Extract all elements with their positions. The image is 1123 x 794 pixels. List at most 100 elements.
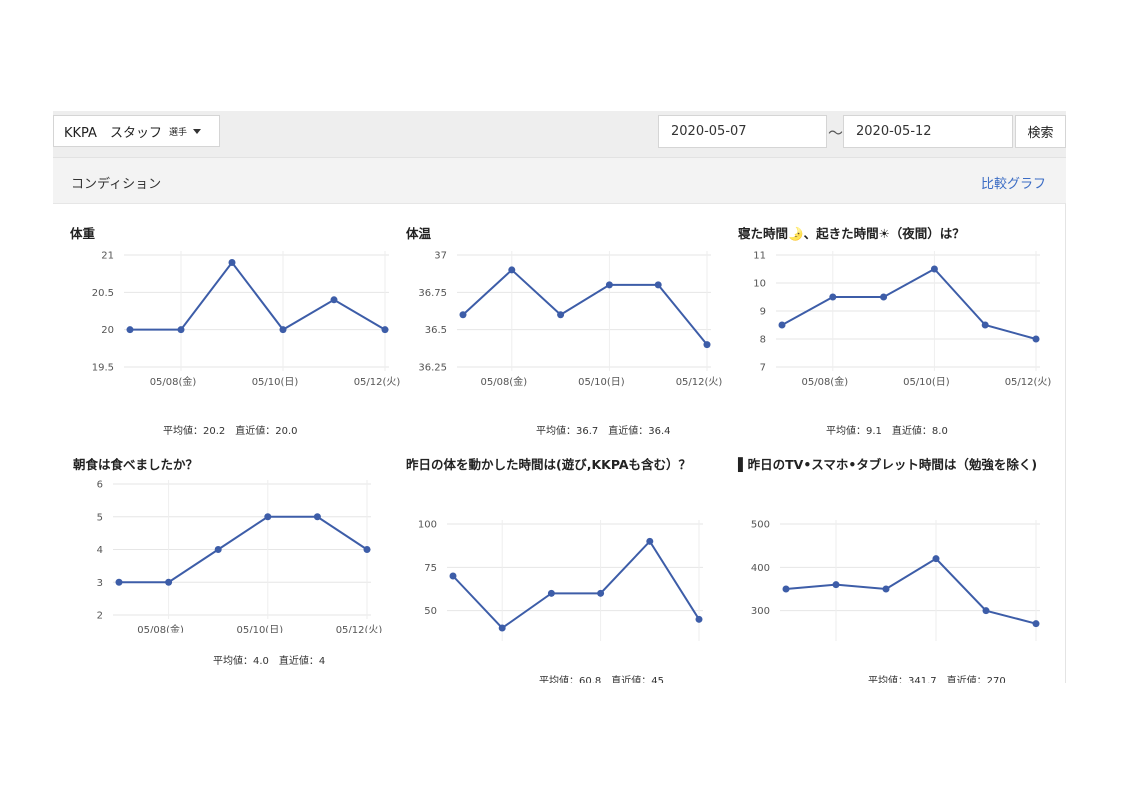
data-point[interactable] <box>115 578 123 586</box>
data-point[interactable] <box>214 546 222 553</box>
avg-label: 平均値： <box>868 676 908 683</box>
line-chart: 36.25 36.5 36.75 37 05/08(金) 05/10(日) 05/12(火) <box>418 251 723 388</box>
y-tick-label: 300 <box>751 606 770 617</box>
data-point[interactable] <box>330 296 338 304</box>
y-tick-label: 21 <box>101 251 114 262</box>
data-point[interactable] <box>449 572 457 580</box>
data-point[interactable] <box>165 578 173 586</box>
data-point[interactable] <box>778 321 786 329</box>
data-point[interactable] <box>1032 620 1040 628</box>
chart-title: 昨日の体を動かした時間は(遊び,KKPAも含む）？ <box>406 457 692 472</box>
data-point[interactable] <box>832 581 840 589</box>
data-point[interactable] <box>363 546 371 553</box>
data-point[interactable] <box>882 585 890 593</box>
chart-title: ▌昨日のTV•スマホ•タブレット時間は（勉強を除く) <box>738 457 1038 472</box>
recent-label: 直近値： <box>278 656 319 667</box>
data-point[interactable] <box>459 311 467 319</box>
y-tick-label: 36.5 <box>425 325 447 336</box>
x-tick-label: 05/10(日) <box>578 377 625 387</box>
data-point[interactable] <box>982 607 990 615</box>
y-tick-label: 500 <box>751 520 770 531</box>
recent-value: 4 <box>318 656 326 667</box>
avg-value: 341.7 <box>908 676 937 683</box>
data-point[interactable] <box>1032 335 1040 343</box>
chart-panel: 昨日の体を動かした時間は(遊び,KKPAも含む）？ 25507510005/08(… <box>406 455 736 683</box>
data-point[interactable] <box>930 265 938 273</box>
date-to-input[interactable]: 2020-05-12 <box>843 115 1013 148</box>
data-point[interactable] <box>646 537 654 545</box>
x-tick-label: 05/08(金) <box>150 375 197 387</box>
data-point[interactable] <box>695 615 703 623</box>
team-select-sub: 選手 <box>168 127 187 138</box>
y-tick-label: 50 <box>424 606 437 617</box>
section-title: コンディション <box>71 177 162 192</box>
y-tick-label: 10 <box>753 279 766 290</box>
chart-stats: 平均値：60.8 直近値：45 <box>539 672 664 683</box>
recent-value: 270 <box>986 676 1006 683</box>
data-point[interactable] <box>557 311 565 319</box>
y-tick-label: 6 <box>97 480 103 491</box>
data-point[interactable] <box>703 341 711 349</box>
recent-label: 直近値： <box>611 676 652 683</box>
y-tick-label: 3 <box>97 578 103 589</box>
data-point[interactable] <box>547 589 555 597</box>
data-point[interactable] <box>508 266 516 274</box>
data-point[interactable] <box>313 513 321 521</box>
team-select-label: KKPA スタッフ <box>64 125 162 141</box>
data-point[interactable] <box>126 326 134 334</box>
avg-label: 平均値： <box>213 656 253 667</box>
series-line <box>462 268 708 346</box>
x-tick-label: 05/10(日) <box>236 625 283 633</box>
y-tick-label: 100 <box>418 520 437 531</box>
date-from-input[interactable]: 2020-05-07 <box>658 115 827 148</box>
data-point[interactable] <box>228 258 236 266</box>
team-select[interactable]: KKPA スタッフ 選手 <box>53 115 220 147</box>
avg-value: 4.0 <box>253 656 269 667</box>
chart-panel: 寝た時間🌛、起きた時間☀（夜間）は？ 7 8 9 10 11 05/08(金) 05/10(日… <box>738 224 1066 464</box>
avg-value: 60.8 <box>579 676 602 683</box>
data-point[interactable] <box>782 585 790 593</box>
data-point[interactable] <box>498 624 506 632</box>
data-point[interactable] <box>279 326 287 334</box>
data-point[interactable] <box>605 281 613 289</box>
x-tick-label: 05/10(日) <box>252 377 299 387</box>
y-tick-label: 36.75 <box>418 288 447 299</box>
data-point[interactable] <box>880 293 888 301</box>
data-point[interactable] <box>829 293 837 301</box>
chart-panel: 体温 36.25 36.5 36.75 37 05/08(金) 05/10(日) 05/12(… <box>406 224 736 464</box>
x-tick-label: 05/08(金) <box>480 375 527 387</box>
series-line <box>785 557 1037 625</box>
x-tick-label: 05/12(火) <box>1005 376 1052 387</box>
chart-stats: 平均値：341.7 直近値：270 <box>868 672 1006 683</box>
series-line <box>452 539 700 630</box>
chart-stats: 平均値：20.2 直近値：20.0 <box>163 422 298 437</box>
condition-dashboard: KKPA スタッフ 選手 2020-05-07 〜 2020-05-12 検索 … <box>53 111 1066 683</box>
data-point[interactable] <box>932 555 940 563</box>
y-tick-label: 36.25 <box>418 363 447 374</box>
line-chart: 2 3 4 5 6 05/08(金) 05/10(日) 05/12(火) <box>97 480 383 634</box>
data-point[interactable] <box>981 321 989 329</box>
y-tick-label: 8 <box>760 335 766 346</box>
x-tick-label: 05/10(日) <box>903 377 950 387</box>
recent-label: 直近値： <box>946 676 987 683</box>
recent-value: 45 <box>651 676 664 683</box>
series-line <box>781 267 1037 340</box>
y-tick-label: 2 <box>97 611 103 622</box>
avg-label: 平均値： <box>536 426 576 437</box>
data-point[interactable] <box>264 513 272 521</box>
y-tick-label: 37 <box>434 251 447 262</box>
recent-value: 36.4 <box>648 426 671 437</box>
data-point[interactable] <box>597 589 605 597</box>
line-chart: 7 8 9 10 11 05/08(金) 05/10(日) 05/12(火) <box>753 251 1052 388</box>
data-point[interactable] <box>654 281 662 289</box>
avg-label: 平均値： <box>826 426 866 437</box>
data-point[interactable] <box>381 326 389 334</box>
x-tick-label: 05/12(火) <box>354 376 401 387</box>
chart-panel: 体重 19.5 20 20.5 21 05/08(金) 05/10(日) 05/12(火) 平均… <box>70 224 400 464</box>
search-button[interactable]: 検索 <box>1015 115 1066 148</box>
chart-stats: 平均値：36.7 直近値：36.4 <box>536 422 671 437</box>
data-point[interactable] <box>177 326 185 334</box>
x-tick-label: 05/12(火) <box>676 376 723 387</box>
line-chart: 25507510005/08(金)05/10(日)05/12(火) <box>418 520 703 641</box>
compare-graph-link[interactable]: 比較グラフ <box>981 173 1046 192</box>
